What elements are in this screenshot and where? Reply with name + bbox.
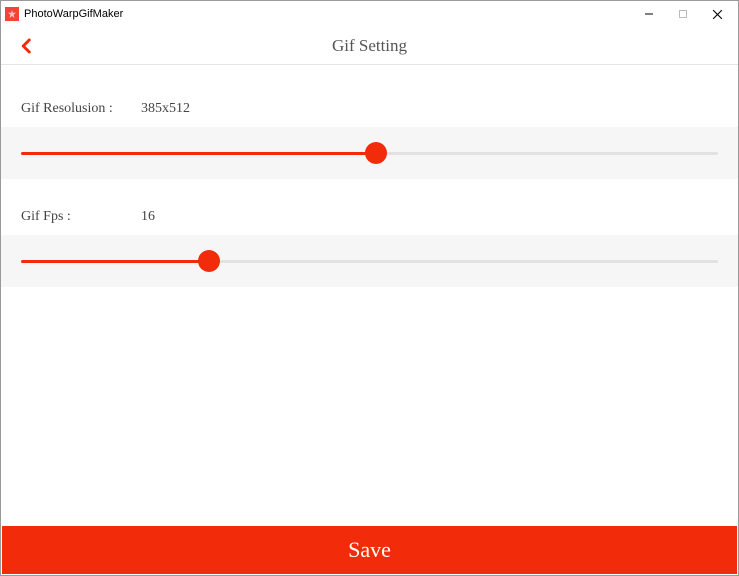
page-header: Gif Setting — [1, 27, 738, 65]
slider-track-fill — [21, 260, 209, 263]
save-button[interactable]: Save — [2, 526, 737, 574]
fps-label: Gif Fps : — [21, 209, 141, 225]
titlebar: PhotoWarpGifMaker — [1, 1, 738, 27]
page-title: Gif Setting — [332, 36, 407, 56]
window-title: PhotoWarpGifMaker — [24, 8, 123, 20]
resolution-label: Gif Resolusion : — [21, 101, 141, 117]
resolution-slider[interactable] — [21, 141, 718, 165]
back-button[interactable] — [15, 34, 39, 58]
fps-slider[interactable] — [21, 249, 718, 273]
close-button[interactable] — [700, 2, 734, 26]
maximize-button — [666, 2, 700, 26]
minimize-button[interactable] — [632, 2, 666, 26]
settings-content: Gif Resolusion : 385x512 Gif Fps : 16 — [1, 65, 738, 287]
slider-thumb[interactable] — [365, 142, 387, 164]
save-button-label: Save — [348, 537, 391, 563]
window-controls — [632, 2, 734, 26]
app-icon — [5, 7, 19, 21]
slider-track-fill — [21, 152, 376, 155]
resolution-setting: Gif Resolusion : 385x512 — [1, 101, 738, 179]
fps-value: 16 — [141, 209, 155, 225]
fps-setting: Gif Fps : 16 — [1, 209, 738, 287]
resolution-value: 385x512 — [141, 101, 190, 117]
slider-thumb[interactable] — [198, 250, 220, 272]
